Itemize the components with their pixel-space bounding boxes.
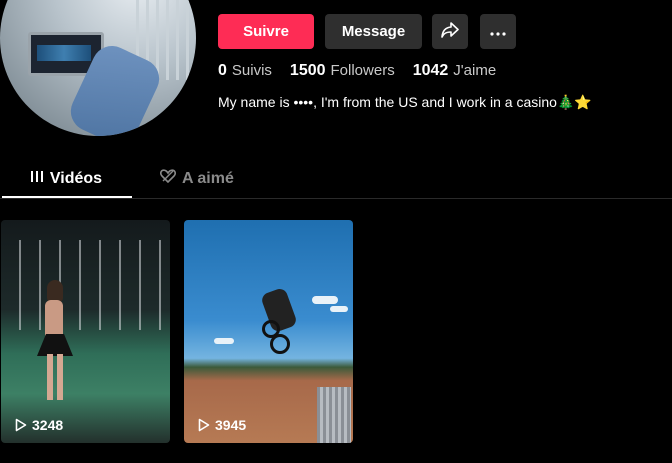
profile-tabs: Vidéos A aimé bbox=[0, 160, 672, 199]
stat-followers[interactable]: 1500 Followers bbox=[290, 62, 395, 80]
profile-bio: My name is ••••, I'm from the US and I w… bbox=[218, 94, 592, 110]
video-thumbnail-cloud bbox=[312, 296, 338, 304]
video-thumbnail-structure bbox=[317, 387, 351, 443]
video-card[interactable]: 3945 bbox=[184, 220, 353, 443]
tab-videos[interactable]: Vidéos bbox=[0, 160, 132, 197]
tab-liked[interactable]: A aimé bbox=[160, 160, 234, 197]
share-button[interactable] bbox=[432, 14, 468, 49]
stat-label: Followers bbox=[330, 62, 395, 79]
stat-value: 1042 bbox=[412, 62, 449, 79]
view-count: 3945 bbox=[215, 417, 247, 433]
video-views: 3248 bbox=[15, 417, 63, 433]
stat-label: Suivis bbox=[231, 62, 272, 79]
avatar[interactable] bbox=[0, 0, 196, 136]
follow-button[interactable]: Suivre bbox=[218, 14, 314, 49]
stat-value: 1500 bbox=[289, 62, 326, 79]
stat-value: 0 bbox=[218, 62, 227, 79]
play-icon bbox=[15, 418, 27, 432]
play-icon bbox=[198, 418, 210, 432]
tab-label: A aimé bbox=[182, 169, 234, 187]
stat-following[interactable]: 0 Suivis bbox=[218, 62, 272, 80]
more-options-button[interactable] bbox=[480, 14, 516, 49]
view-count: 3248 bbox=[32, 417, 64, 433]
video-thumbnail-motocross bbox=[256, 286, 306, 360]
bars-icon bbox=[30, 169, 44, 188]
video-views: 3945 bbox=[198, 417, 246, 433]
message-button[interactable]: Message bbox=[325, 14, 422, 49]
profile-page: Suivre Message 0 Suivis 1500 Followers 1… bbox=[0, 0, 672, 463]
stat-label: J'aime bbox=[453, 62, 497, 79]
video-thumbnail-cloud bbox=[214, 338, 234, 344]
heart-outline-icon bbox=[160, 169, 176, 188]
video-card[interactable]: 3248 bbox=[1, 220, 170, 443]
video-thumbnail-poles bbox=[1, 240, 170, 330]
video-thumbnail-cloud bbox=[330, 306, 348, 312]
video-thumbnail-person bbox=[35, 280, 73, 400]
active-tab-indicator bbox=[2, 196, 132, 198]
profile-stats: 0 Suivis 1500 Followers 1042 J'aime bbox=[218, 62, 496, 80]
stat-likes: 1042 J'aime bbox=[413, 62, 496, 80]
share-icon bbox=[441, 21, 459, 42]
tab-label: Vidéos bbox=[49, 169, 103, 187]
more-icon bbox=[490, 23, 506, 40]
